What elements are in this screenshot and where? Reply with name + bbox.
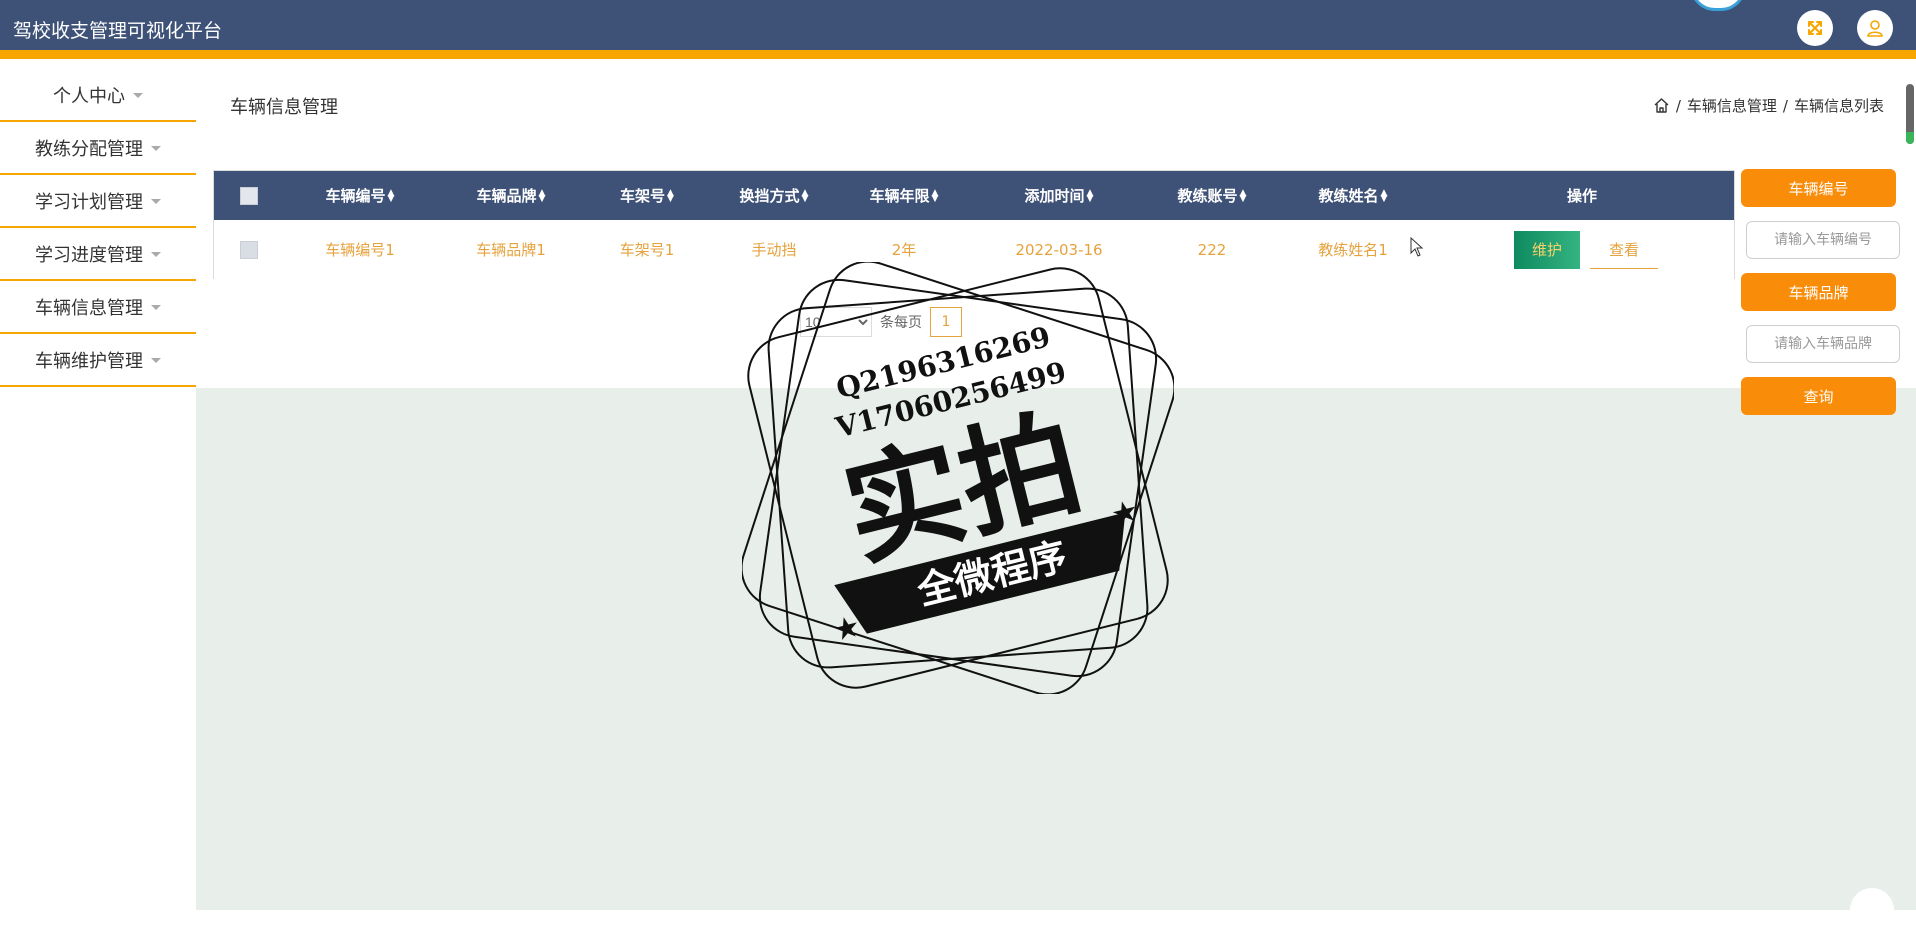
back-to-top-button[interactable] (1850, 888, 1894, 932)
column-header-actions: 操作 (1567, 171, 1597, 220)
user-button[interactable] (1857, 10, 1893, 46)
column-label: 教练账号 (1177, 187, 1238, 205)
row-checkbox[interactable] (240, 220, 258, 279)
header-accent-bar (0, 50, 1916, 59)
sort-icon: ▲ ▼ (801, 187, 809, 204)
cell-coach-name: 教练姓名1 (1318, 241, 1388, 259)
breadcrumb-item-vehicle-info[interactable]: 车辆信息管理 (1687, 95, 1777, 116)
sidebar-item-vehicle-info[interactable]: 车辆信息管理 (0, 281, 196, 334)
user-icon (1867, 20, 1883, 37)
breadcrumb-separator: / (1782, 96, 1788, 115)
sidebar-item-coach-assignment[interactable]: 教练分配管理 (0, 122, 196, 175)
sort-icon: ▲ ▼ (538, 187, 546, 204)
breadcrumb: / 车辆信息管理 / 车辆信息列表 (1653, 95, 1884, 116)
column-label: 操作 (1566, 187, 1598, 205)
home-icon[interactable] (1653, 97, 1670, 114)
page-title: 车辆信息管理 (230, 97, 338, 118)
sort-icon: ▲ ▼ (1086, 187, 1094, 204)
column-label: 车辆品牌 (476, 187, 537, 205)
column-header-coach-name[interactable]: 教练姓名 ▲ ▼ (1319, 171, 1388, 220)
search-field2-label: 车辆品牌 (1741, 273, 1896, 311)
cell-coach-account: 222 (1197, 240, 1227, 259)
caret-down-icon (133, 93, 143, 98)
column-label: 车辆编号 (325, 187, 386, 205)
sidebar: 个人中心 教练分配管理 学习计划管理 学习进度管理 车辆信息管理 车辆维护管理 (0, 69, 196, 910)
mouse-cursor-icon (1410, 237, 1424, 257)
scrollbar[interactable] (1906, 84, 1914, 144)
sidebar-item-label: 车辆信息管理 (35, 297, 143, 319)
sidebar-item-study-progress[interactable]: 学习进度管理 (0, 228, 196, 281)
sidebar-item-label: 学习计划管理 (35, 191, 143, 213)
column-header-vehicle-no[interactable]: 车辆编号 ▲ ▼ (326, 171, 395, 220)
caret-down-icon (151, 146, 161, 151)
sidebar-item-study-plan[interactable]: 学习计划管理 (0, 175, 196, 228)
search-panel: 车辆编号 车辆品牌 查询 (1741, 169, 1900, 415)
view-button[interactable]: 查看 (1590, 230, 1658, 269)
select-all-checkbox[interactable] (240, 171, 258, 220)
caret-down-icon (151, 199, 161, 204)
breadcrumb-separator: / (1675, 96, 1681, 115)
sort-icon: ▲ ▼ (1380, 187, 1388, 204)
sort-icon: ▲ ▼ (1239, 187, 1247, 204)
column-label: 教练姓名 (1318, 187, 1379, 205)
table-header: 车辆编号 ▲ ▼ 车辆品牌 ▲ ▼ 车架号 ▲ ▼ 换挡方式 ▲ ▼ 车辆年限 ▲ ▼ 添加时间 ▲ ▼… (214, 171, 1734, 220)
sort-icon: ▲ ▼ (667, 187, 674, 204)
top-header: 驾校收支管理可视化平台 (0, 0, 1916, 59)
column-label: 车辆年限 (869, 187, 930, 205)
sidebar-item-label: 个人中心 (53, 85, 125, 107)
watermark-stamp: Q2196316269 V17060256499 实拍 全微程序 ★ ★ (742, 262, 1174, 694)
sidebar-item-label: 教练分配管理 (35, 138, 143, 160)
cell-vehicle-no: 车辆编号1 (325, 241, 395, 259)
sidebar-item-personal-center[interactable]: 个人中心 (0, 69, 196, 122)
fullscreen-icon (1808, 21, 1822, 35)
column-header-frame-no[interactable]: 车架号 ▲ ▼ (620, 171, 674, 220)
caret-down-icon (151, 305, 161, 310)
column-header-vehicle-years[interactable]: 车辆年限 ▲ ▼ (870, 171, 939, 220)
column-header-gear-type[interactable]: 换挡方式 ▲ ▼ (740, 171, 809, 220)
column-label: 车架号 (620, 187, 666, 205)
column-label: 换挡方式 (739, 187, 800, 205)
app-title: 驾校收支管理可视化平台 (13, 20, 223, 42)
caret-down-icon (151, 358, 161, 363)
query-button[interactable]: 查询 (1741, 377, 1896, 415)
caret-down-icon (151, 252, 161, 257)
brand-search-input[interactable] (1746, 325, 1900, 363)
page-header: 车辆信息管理 / 车辆信息管理 / 车辆信息列表 (196, 69, 1916, 149)
sidebar-item-vehicle-maintenance[interactable]: 车辆维护管理 (0, 334, 196, 387)
column-label: 添加时间 (1024, 187, 1085, 205)
column-header-coach-account[interactable]: 教练账号 ▲ ▼ (1178, 171, 1247, 220)
cell-actions: 维护 查看 (1514, 220, 1658, 279)
sidebar-item-label: 学习进度管理 (35, 244, 143, 266)
vehicle-no-search-input[interactable] (1746, 221, 1900, 259)
search-field1-label: 车辆编号 (1741, 169, 1896, 207)
breadcrumb-item-vehicle-list: 车辆信息列表 (1793, 97, 1884, 115)
maintain-button[interactable]: 维护 (1514, 230, 1580, 269)
avatar (1690, 0, 1746, 11)
sidebar-item-label: 车辆维护管理 (35, 350, 143, 372)
column-header-add-time[interactable]: 添加时间 ▲ ▼ (1025, 171, 1094, 220)
column-header-brand[interactable]: 车辆品牌 ▲ ▼ (477, 171, 546, 220)
cell-brand: 车辆品牌1 (476, 241, 546, 259)
sort-icon: ▲ ▼ (387, 187, 395, 204)
sort-icon: ▲ ▼ (931, 187, 939, 204)
fullscreen-button[interactable] (1797, 10, 1833, 46)
cell-frame-no: 车架号1 (619, 241, 675, 259)
